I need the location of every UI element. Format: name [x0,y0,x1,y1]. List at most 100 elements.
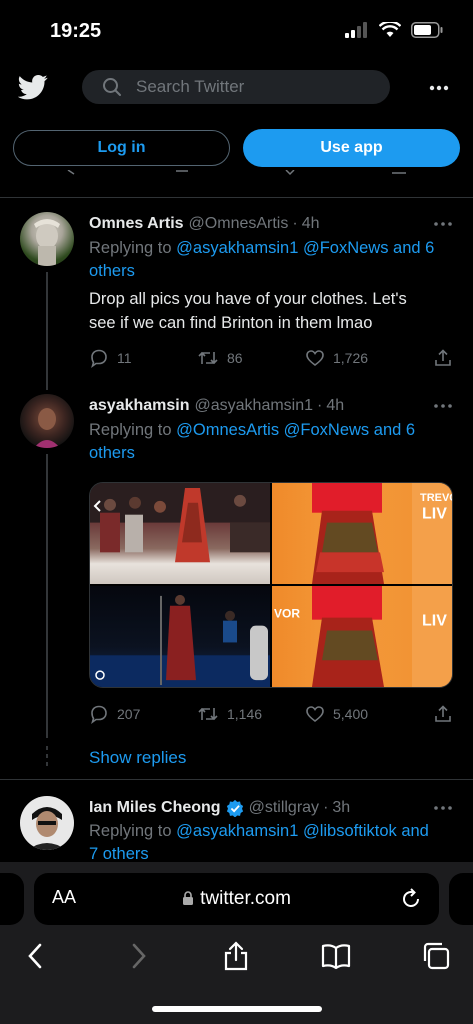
avatar[interactable] [20,212,74,266]
replying-to: Replying to @OmnesArtis @FoxNews and 6 o… [89,419,451,465]
tweet-text-line: see if we can find Brinton in them lmao [89,314,373,332]
photo-content: TREVO LIV [312,483,452,584]
author-name[interactable]: asyakhamsin [89,397,190,415]
twitter-bird-icon[interactable] [18,72,48,102]
reply-count: 207 [117,706,141,722]
retweet-button[interactable]: 86 [197,348,305,368]
separator-dot: · [323,799,329,816]
status-bar: 19:25 [0,0,473,62]
status-time: 19:25 [50,20,102,42]
search-icon [103,78,121,96]
reply-button[interactable]: 207 [89,704,197,724]
login-button[interactable]: Log in [13,130,230,166]
tweet-more-icon[interactable] [433,802,453,814]
tweet-time[interactable]: 4h [326,397,344,415]
forward-icon[interactable] [122,940,154,972]
replying-to: Replying to @asyakhamsin1 @libsoftiktok … [89,820,451,862]
avatar-image [34,408,60,448]
backdrop-text: VOR [274,607,300,621]
backdrop-text: TREVO [420,492,452,504]
retweet-button[interactable]: 1,146 [197,704,305,724]
tweet-actions: 207 1,146 5,400 [89,702,453,726]
author-name[interactable]: Ian Miles Cheong [89,799,221,817]
retweet-count: 1,146 [227,706,263,722]
photo-content: VOR LIV [274,586,452,687]
avatar[interactable] [20,796,74,850]
divider [0,779,473,780]
avatar-image [34,219,60,266]
retweet-icon [198,351,218,365]
lock-icon [183,891,194,905]
replying-mentions[interactable]: @asyakhamsin1 @FoxNews and 6 [176,239,434,257]
share-icon [435,705,451,722]
tweet[interactable]: Ian Miles Cheong @stillgray · 3h Replyin… [0,796,473,862]
wifi-icon [379,22,401,37]
heart-icon [306,706,324,723]
tweet-time[interactable]: 4h [302,215,320,233]
share-sheet-icon[interactable] [220,940,252,972]
next-tab-pill[interactable] [449,873,473,925]
tweet-more-icon[interactable] [433,400,453,412]
media-photo[interactable] [90,483,270,584]
replying-mentions[interactable]: @asyakhamsin1 @libsoftiktok and [176,822,429,840]
author-handle[interactable]: @asyakhamsin1 [195,397,314,415]
retweet-icon [198,707,218,721]
twitter-header: Search Twitter [0,62,473,114]
auth-buttons: Log in Use app [0,128,473,168]
replying-prefix: Replying to [89,822,172,840]
home-indicator [152,1006,322,1012]
author-handle[interactable]: @stillgray [249,799,319,817]
replying-others-link[interactable]: others [89,262,135,280]
show-replies-link[interactable]: Show replies [89,748,186,768]
battery-icon [411,22,443,38]
browser-toolbar: AA twitter.com [0,862,473,1024]
like-button[interactable]: 1,726 [305,348,413,368]
media-photo[interactable]: TREVO LIV [272,483,452,584]
replying-others-link[interactable]: 7 others [89,845,149,862]
use-app-button[interactable]: Use app [243,129,460,167]
tweet-time[interactable]: 3h [332,799,350,817]
share-button[interactable] [433,704,453,724]
search-bar[interactable]: Search Twitter [82,70,390,104]
backdrop-text: LIV [422,613,447,630]
media-photo[interactable] [90,586,270,687]
retweet-count: 86 [227,350,243,366]
tabs-icon[interactable] [420,940,452,972]
replying-prefix: Replying to [89,421,172,439]
url-display[interactable]: twitter.com [34,888,439,910]
back-icon[interactable] [20,940,52,972]
avatar[interactable] [20,394,74,448]
tweet-header: asyakhamsin @asyakhamsin1 · 4h [89,394,453,418]
author-handle[interactable]: @OmnesArtis [189,215,289,233]
like-count: 1,726 [333,350,369,366]
url-text: twitter.com [200,888,291,909]
tweet-more-icon[interactable] [433,218,453,230]
separator-dot: · [317,397,323,414]
media-photo[interactable]: VOR LIV [272,586,452,687]
previous-actions-icons [67,170,406,176]
media-grid: TREVO LIV VOR LIV [89,482,453,688]
more-options-icon[interactable] [429,78,449,98]
bookmarks-icon[interactable] [320,940,352,972]
thread-line-dotted [46,746,48,768]
reply-icon [91,705,107,724]
previous-tab-pill[interactable] [0,873,24,925]
tweet-text-line: Drop all pics you have of your clothes. … [89,290,407,308]
replying-mentions[interactable]: @OmnesArtis @FoxNews and 6 [176,421,415,439]
search-placeholder[interactable]: Search Twitter [136,77,244,97]
chevron-left-icon[interactable] [92,499,102,513]
author-name[interactable]: Omnes Artis [89,215,184,233]
tweet[interactable]: Omnes Artis @OmnesArtis · 4h Replying to… [0,212,473,382]
photo-content [90,594,270,687]
replying-others-link[interactable]: others [89,444,135,462]
address-bar[interactable]: AA twitter.com [34,873,439,925]
status-icons [345,22,443,38]
tweet-text: Drop all pics you have of your clothes. … [89,287,433,335]
reload-icon[interactable] [399,887,423,911]
heart-icon [306,350,324,367]
tweet-header: Ian Miles Cheong @stillgray · 3h [89,796,453,820]
tweet[interactable]: asyakhamsin @asyakhamsin1 · 4h Replying … [0,394,473,728]
reply-button[interactable]: 11 [89,348,197,368]
share-button[interactable] [433,348,453,368]
like-button[interactable]: 5,400 [305,704,413,724]
